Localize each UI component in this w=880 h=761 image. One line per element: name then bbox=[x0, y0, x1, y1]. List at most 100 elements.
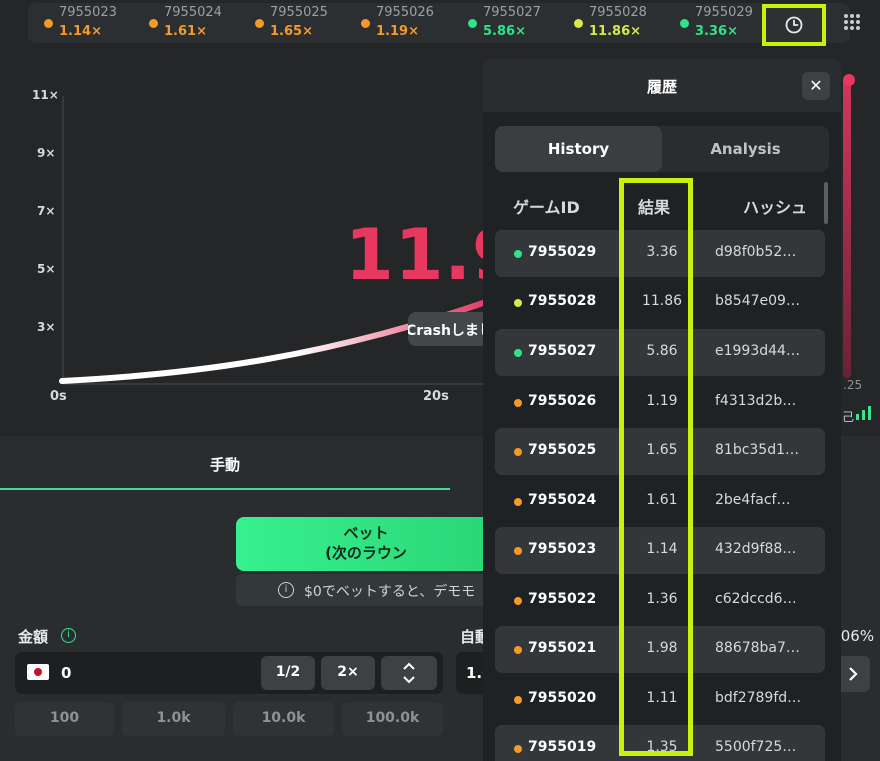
history-tabs: History Analysis bbox=[495, 126, 829, 172]
half-button[interactable]: 1/2 bbox=[261, 656, 315, 690]
recent-result-mult: 11.86× bbox=[589, 24, 642, 39]
next-button[interactable] bbox=[836, 656, 870, 692]
result-dot bbox=[514, 597, 522, 605]
recent-result-3[interactable]: 7955026 1.19× bbox=[345, 5, 449, 41]
history-row[interactable]: 7955019 1.35 5500f725… bbox=[495, 725, 825, 761]
recent-result-id: 7955024 bbox=[164, 5, 222, 20]
history-row[interactable]: 7955027 5.86 e1993d44… bbox=[495, 329, 825, 376]
recent-result-id: 7955025 bbox=[270, 5, 328, 20]
row-hash: b8547e09… bbox=[715, 293, 800, 309]
bet-button-line1: ベット bbox=[343, 524, 389, 542]
history-modal: 履歴 ✕ History Analysis ゲームID 結果 ハッシュ 7955… bbox=[483, 58, 841, 761]
history-row[interactable]: 7955022 1.36 c62dccd6… bbox=[495, 577, 825, 624]
history-button[interactable] bbox=[762, 4, 826, 46]
chevron-up-down-icon bbox=[403, 662, 415, 684]
recent-result-4[interactable]: 7955027 5.86× bbox=[452, 5, 556, 41]
history-row[interactable]: 7955024 1.61 2be4facf… bbox=[495, 478, 825, 525]
x-tick-label: 0s bbox=[50, 389, 67, 404]
tab-manual[interactable]: 手動 bbox=[0, 436, 450, 490]
row-game-id: 7955029 bbox=[528, 244, 597, 260]
result-dot bbox=[514, 399, 522, 407]
chip-10k[interactable]: 10.0k bbox=[233, 702, 334, 736]
result-dot bbox=[680, 19, 689, 28]
amount-label: 金額 bbox=[18, 628, 49, 646]
side-progress-dot bbox=[843, 74, 855, 86]
recent-result-2[interactable]: 7955025 1.65× bbox=[239, 5, 343, 41]
demo-info-text: $0でベットすると、デモモ bbox=[304, 584, 476, 600]
bet-button-line2: (次のラウン bbox=[325, 544, 407, 562]
result-dot bbox=[468, 19, 477, 28]
recent-result-6[interactable]: 7955029 3.36× bbox=[664, 5, 768, 41]
result-dot bbox=[514, 745, 522, 753]
row-result: 1.98 bbox=[646, 640, 678, 656]
amount-value: 0 bbox=[61, 664, 72, 682]
right-label: 己 bbox=[842, 410, 855, 424]
row-game-id: 7955022 bbox=[528, 591, 597, 607]
recent-result-5[interactable]: 7955028 11.86× bbox=[558, 5, 662, 41]
recent-result-mult: 1.14× bbox=[59, 24, 102, 39]
history-row[interactable]: 7955028 11.86 b8547e09… bbox=[495, 279, 825, 326]
signal-bars-icon bbox=[856, 406, 871, 420]
modal-header: 履歴 ✕ bbox=[483, 58, 841, 112]
chip-100[interactable]: 100 bbox=[15, 702, 114, 736]
history-row[interactable]: 7955029 3.36 d98f0b52… bbox=[495, 230, 825, 277]
row-game-id: 7955023 bbox=[528, 541, 597, 557]
scrollbar[interactable] bbox=[824, 182, 828, 224]
row-hash: 2be4facf… bbox=[715, 492, 791, 508]
chevron-right-icon bbox=[849, 667, 858, 681]
recent-result-id: 7955027 bbox=[483, 5, 541, 20]
tab-analysis[interactable]: Analysis bbox=[662, 126, 829, 172]
row-hash: e1993d44… bbox=[715, 343, 800, 359]
recent-result-id: 7955026 bbox=[376, 5, 434, 20]
menu-button[interactable] bbox=[842, 12, 862, 32]
amount-info-icon[interactable]: i bbox=[61, 628, 76, 643]
history-row[interactable]: 7955026 1.19 f4313d2b… bbox=[495, 379, 825, 426]
row-result: 1.36 bbox=[646, 591, 678, 607]
chip-1k[interactable]: 1.0k bbox=[122, 702, 225, 736]
result-dot bbox=[255, 19, 264, 28]
row-game-id: 7955026 bbox=[528, 393, 597, 409]
chip-100k[interactable]: 100.0k bbox=[342, 702, 443, 736]
result-dot bbox=[514, 299, 522, 307]
result-dot bbox=[361, 19, 370, 28]
history-row[interactable]: 7955021 1.98 88678ba7… bbox=[495, 626, 825, 673]
row-game-id: 7955024 bbox=[528, 492, 597, 508]
row-result: 5.86 bbox=[646, 343, 678, 359]
history-row[interactable]: 7955023 1.14 432d9f88… bbox=[495, 527, 825, 574]
recent-result-0[interactable]: 7955023 1.14× bbox=[28, 5, 132, 41]
grid-dots-icon bbox=[844, 14, 860, 30]
recent-result-mult: 1.19× bbox=[376, 24, 419, 39]
close-button[interactable]: ✕ bbox=[802, 72, 830, 100]
modal-title: 履歴 bbox=[646, 78, 677, 96]
row-result: 1.11 bbox=[646, 690, 678, 706]
recent-result-id: 7955023 bbox=[59, 5, 117, 20]
stepper-button[interactable] bbox=[381, 656, 437, 690]
bet-button[interactable]: ベット (次のラウン bbox=[236, 517, 496, 571]
recent-result-1[interactable]: 7955024 1.61× bbox=[133, 5, 237, 41]
amount-input[interactable]: 0 1/2 2× bbox=[15, 652, 443, 694]
row-hash: 88678ba7… bbox=[715, 640, 800, 656]
history-row[interactable]: 7955020 1.11 bdf2789fd… bbox=[495, 676, 825, 723]
row-game-id: 7955027 bbox=[528, 343, 597, 359]
result-dot bbox=[514, 349, 522, 357]
history-row[interactable]: 7955025 1.65 81bc35d1… bbox=[495, 428, 825, 475]
column-header-game-id: ゲームID bbox=[513, 198, 580, 217]
recent-result-id: 7955029 bbox=[695, 5, 753, 20]
row-hash: bdf2789fd… bbox=[715, 690, 802, 706]
recent-result-mult: 1.65× bbox=[270, 24, 313, 39]
recent-results-bar: 7955023 1.14× 7955024 1.61× 7955025 1.65… bbox=[28, 3, 850, 43]
row-hash: 432d9f88… bbox=[715, 541, 797, 557]
row-hash: 81bc35d1… bbox=[715, 442, 800, 458]
win-chance-text: .06% bbox=[836, 627, 875, 645]
column-header-result: 結果 bbox=[638, 198, 671, 217]
result-dot bbox=[514, 696, 522, 704]
tab-history[interactable]: History bbox=[495, 126, 662, 172]
right-readout: .25 bbox=[843, 378, 863, 392]
row-game-id: 7955020 bbox=[528, 690, 597, 706]
double-button[interactable]: 2× bbox=[321, 656, 375, 690]
result-dot bbox=[149, 19, 158, 28]
result-dot bbox=[514, 250, 522, 258]
row-result: 1.35 bbox=[646, 739, 678, 755]
row-game-id: 7955028 bbox=[528, 293, 597, 309]
recent-result-mult: 3.36× bbox=[695, 24, 738, 39]
